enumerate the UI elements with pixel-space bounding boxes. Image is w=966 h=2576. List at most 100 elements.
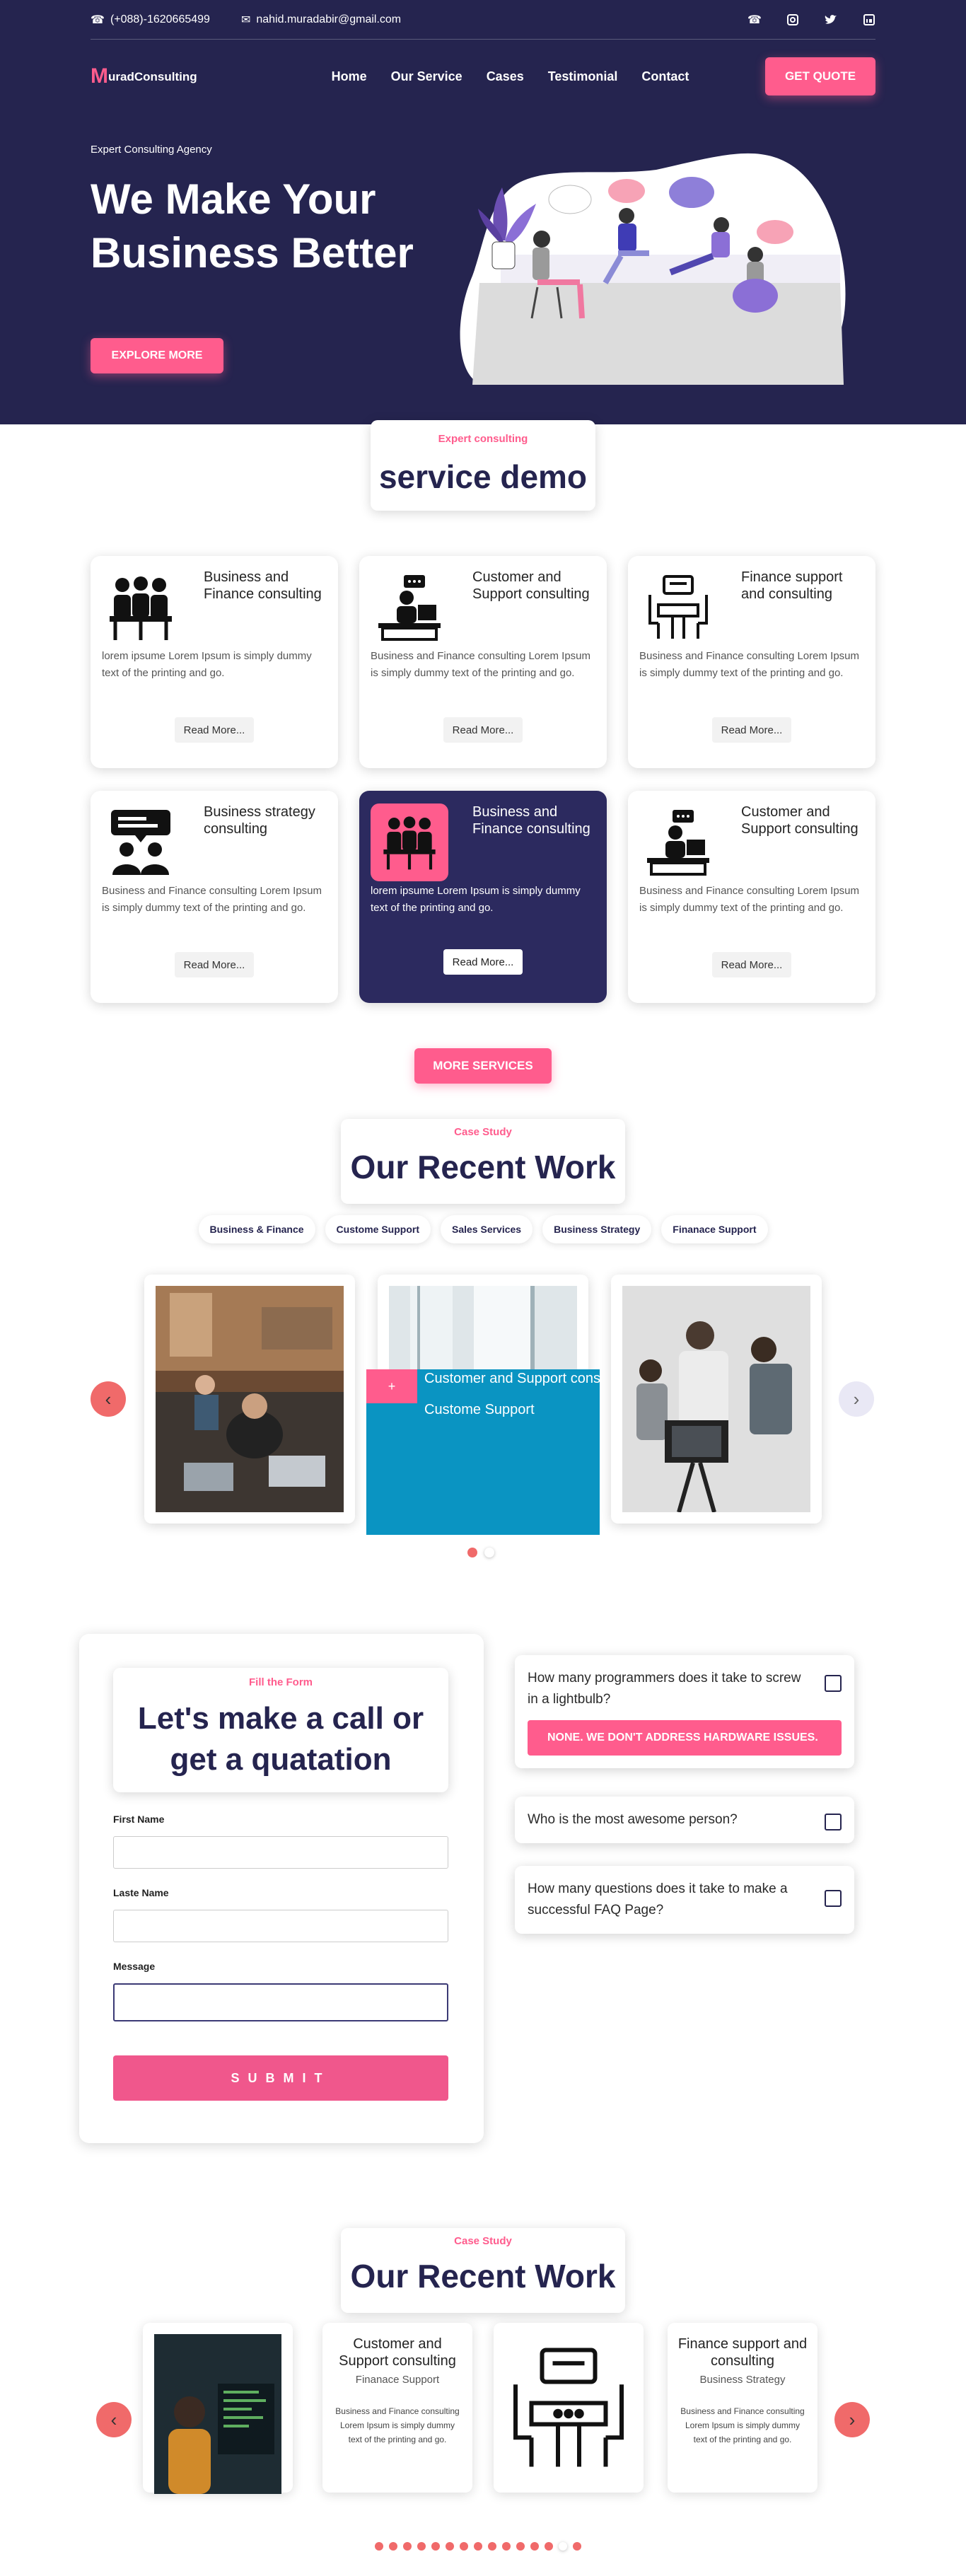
carousel2-dot[interactable]: [375, 2542, 383, 2551]
work2-card-text: Business and Finance consulting Lorem Ip…: [335, 2406, 460, 2444]
service-card[interactable]: Customer and Support consulting Business…: [359, 556, 607, 768]
work2-text-card[interactable]: Customer and Support consulting Finanace…: [322, 2323, 472, 2493]
read-more-button[interactable]: Read More...: [443, 717, 523, 743]
chevron-left-icon: ‹: [105, 1388, 112, 1410]
services-eyebrow: Expert consulting: [438, 433, 528, 445]
service-text: Business and Finance consulting Lorem Ip…: [371, 650, 591, 679]
faq-toggle-icon[interactable]: [825, 1675, 842, 1692]
work2-text-card[interactable]: Finance support and consulting Business …: [668, 2323, 817, 2493]
carousel2-next-button[interactable]: ›: [834, 2402, 870, 2437]
service-card[interactable]: Finance support and consulting Business …: [628, 556, 875, 768]
first-name-label: First Name: [113, 1814, 165, 1825]
faq-question: How many questions does it take to make …: [528, 1881, 788, 1918]
read-more-button[interactable]: Read More...: [443, 949, 523, 975]
carousel-dot-active[interactable]: [467, 1548, 477, 1557]
work2-image-card[interactable]: [143, 2323, 293, 2494]
work2-image-card[interactable]: [494, 2323, 644, 2493]
carousel2-dot[interactable]: [446, 2542, 454, 2551]
read-more-button[interactable]: Read More...: [175, 717, 254, 743]
nav-cases[interactable]: Cases: [487, 69, 524, 84]
hero-headline: We Make Your Business Better: [91, 175, 414, 277]
meeting-icon: [371, 803, 448, 881]
carousel2-dot[interactable]: [389, 2542, 397, 2551]
carousel2-prev-button[interactable]: ‹: [96, 2402, 132, 2437]
carousel2-dot[interactable]: [502, 2542, 511, 2551]
faq-toggle-icon[interactable]: [825, 1890, 842, 1907]
work2-card-category: Finanace Support: [355, 2374, 440, 2386]
nav-contact[interactable]: Contact: [641, 69, 689, 84]
service-text: Business and Finance consulting Lorem Ip…: [102, 885, 322, 914]
email-contact[interactable]: ✉ nahid.muradabir@gmail.com: [241, 13, 401, 27]
service-text: Business and Finance consulting Lorem Ip…: [639, 885, 860, 914]
hero-section: ☎ (+088)-1620665499 ✉ nahid.muradabir@gm…: [0, 0, 966, 424]
phone-social-icon[interactable]: ☎: [747, 13, 762, 26]
work2-title: Our Recent Work: [350, 2258, 616, 2294]
service-text: lorem ipsume Lorem Ipsum is simply dummy…: [102, 650, 312, 679]
services-heading: Expert consulting service demo: [371, 420, 595, 511]
nav-our-service[interactable]: Our Service: [391, 69, 462, 84]
service-card-active[interactable]: Business and Finance consulting lorem ip…: [359, 791, 607, 1003]
phone-icon: ☎: [91, 13, 105, 26]
faq-question: How many programmers does it take to scr…: [528, 1671, 801, 1707]
submit-button[interactable]: SUBMIT: [113, 2055, 448, 2101]
work-item[interactable]: [611, 1275, 822, 1524]
last-name-input[interactable]: [113, 1910, 448, 1942]
service-card[interactable]: Business and Finance consulting lorem ip…: [91, 556, 338, 768]
phone-contact[interactable]: ☎ (+088)-1620665499: [91, 13, 210, 27]
nav-testimonial[interactable]: Testimonial: [548, 69, 618, 84]
carousel2-dot[interactable]: [530, 2542, 539, 2551]
carousel2-dot[interactable]: [417, 2542, 426, 2551]
faq-item[interactable]: Who is the most awesome person?: [515, 1797, 854, 1843]
work2-card-category: Business Strategy: [699, 2374, 786, 2386]
brand-logo[interactable]: MuradConsulting: [91, 64, 197, 88]
carousel2-dot[interactable]: [488, 2542, 496, 2551]
carousel-dot[interactable]: [484, 1548, 494, 1557]
hero-eyebrow: Expert Consulting Agency: [91, 144, 212, 156]
twitter-icon[interactable]: [825, 13, 837, 26]
nav-home[interactable]: Home: [332, 69, 367, 84]
carousel2-dot[interactable]: [460, 2542, 468, 2551]
carousel2-dot[interactable]: [403, 2542, 412, 2551]
office-laptop-photo: [156, 1286, 344, 1512]
meeting-icon: [102, 569, 180, 646]
faq-item[interactable]: How many questions does it take to make …: [515, 1866, 854, 1934]
chevron-right-icon: ›: [849, 2408, 856, 2430]
filter-business-strategy[interactable]: Business Strategy: [542, 1215, 652, 1243]
filter-sales-services[interactable]: Sales Services: [441, 1215, 533, 1243]
overlay-subtitle: Custome Support: [424, 1402, 535, 1417]
message-textarea[interactable]: [113, 1983, 448, 2021]
instagram-icon[interactable]: [786, 13, 799, 26]
carousel-prev-button[interactable]: ‹: [91, 1381, 126, 1417]
get-quote-button[interactable]: GET QUOTE: [765, 57, 875, 95]
first-name-input[interactable]: [113, 1836, 448, 1869]
carousel2-dot[interactable]: [573, 2542, 581, 2551]
carousel2-dot-active[interactable]: [559, 2542, 567, 2551]
filter-custome-support[interactable]: Custome Support: [325, 1215, 431, 1243]
carousel2-dot[interactable]: [474, 2542, 482, 2551]
nav-menu: Home Our Service Cases Testimonial Conta…: [332, 69, 689, 84]
carousel2-dot[interactable]: [545, 2542, 553, 2551]
service-title: Business and Finance consulting: [204, 569, 322, 602]
support-desk-icon: [371, 569, 448, 646]
carousel-next-button[interactable]: ›: [839, 1381, 874, 1417]
linkedin-icon[interactable]: [863, 13, 875, 26]
work-item[interactable]: [144, 1275, 355, 1524]
carousel2-dot[interactable]: [516, 2542, 525, 2551]
faq-item-open[interactable]: How many programmers does it take to scr…: [515, 1655, 854, 1768]
read-more-button[interactable]: Read More...: [175, 952, 254, 977]
work-hover-overlay[interactable]: + Customer and Support consulting Custom…: [366, 1369, 600, 1535]
read-more-button[interactable]: Read More...: [712, 717, 791, 743]
filter-finanace-support[interactable]: Finanace Support: [661, 1215, 768, 1243]
filter-business-finance[interactable]: Business & Finance: [198, 1215, 315, 1243]
service-card[interactable]: Customer and Support consulting Business…: [628, 791, 875, 1003]
more-services-button[interactable]: MORE SERVICES: [414, 1048, 552, 1084]
strategy-chat-icon: [102, 803, 180, 881]
overlay-title: Customer and Support consulting: [424, 1371, 600, 1386]
carousel2-dot[interactable]: [431, 2542, 440, 2551]
faq-toggle-icon[interactable]: [825, 1814, 842, 1831]
explore-more-button[interactable]: EXPLORE MORE: [91, 338, 223, 373]
read-more-button[interactable]: Read More...: [712, 952, 791, 977]
overlay-plus-button[interactable]: +: [366, 1369, 417, 1403]
service-card[interactable]: Business strategy consulting Business an…: [91, 791, 338, 1003]
services-title: service demo: [378, 458, 588, 495]
